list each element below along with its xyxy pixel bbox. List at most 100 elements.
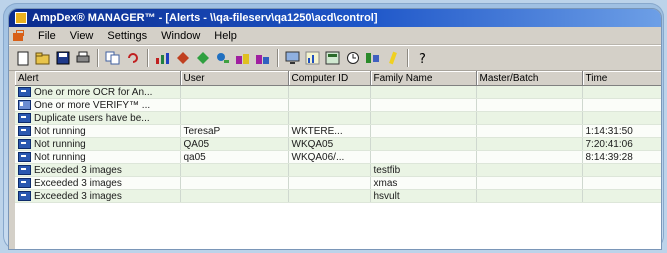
- column-header-master-batch[interactable]: Master/Batch: [476, 71, 583, 86]
- table-row[interactable]: Not running qa05 WKQA06/... 8:14:39:28: [15, 150, 661, 164]
- alert-cell: One or more OCR for An...: [15, 85, 181, 99]
- time-cell: [582, 189, 661, 203]
- table-row[interactable]: Exceeded 3 images xmas: [15, 176, 661, 190]
- user-cell: [180, 189, 289, 203]
- table-row[interactable]: Duplicate users have be...: [15, 111, 661, 125]
- highlighter-icon[interactable]: [385, 50, 401, 66]
- master-batch-cell: [476, 150, 583, 164]
- menu-file[interactable]: File: [31, 30, 63, 42]
- users-icon[interactable]: [235, 50, 251, 66]
- move-icon[interactable]: [175, 50, 191, 66]
- search-people-icon[interactable]: [215, 50, 231, 66]
- time-cell: [582, 85, 661, 99]
- alert-cell: Not running: [15, 150, 181, 164]
- computer-id-cell: [288, 98, 371, 112]
- family-name-cell: [370, 85, 477, 99]
- computer-id-cell: WKTERE...: [288, 124, 371, 138]
- app-window: AmpDex® MANAGER™ - [Alerts - \\qa-filese…: [8, 8, 662, 250]
- alert-cell: Exceeded 3 images: [15, 176, 181, 190]
- toolbar: ?: [9, 45, 661, 71]
- master-batch-cell: [476, 137, 583, 151]
- print-icon[interactable]: [75, 50, 91, 66]
- alert-cell: Not running: [15, 137, 181, 151]
- alert-icon: [18, 86, 31, 97]
- app-logo-icon: [15, 12, 27, 24]
- family-name-cell: [370, 137, 477, 151]
- diamond-icon[interactable]: [195, 50, 211, 66]
- open-folder-icon[interactable]: [35, 50, 51, 66]
- alert-icon: [18, 138, 31, 149]
- table-row[interactable]: One or more VERIFY™ ...: [15, 98, 661, 112]
- document-alert-icon: [18, 99, 31, 110]
- alert-icon: [18, 112, 31, 123]
- column-header-family-name[interactable]: Family Name: [370, 71, 477, 86]
- user-cell: QA05: [180, 137, 289, 151]
- family-name-cell: [370, 124, 477, 138]
- family-name-cell: [370, 98, 477, 112]
- tool-icon[interactable]: [365, 50, 381, 66]
- alert-cell: Not running: [15, 124, 181, 138]
- column-header-computer-id[interactable]: Computer ID: [288, 71, 371, 86]
- time-cell: 7:20:41:06: [582, 137, 661, 151]
- alert-icon: [18, 125, 31, 136]
- report-icon[interactable]: [325, 50, 341, 66]
- column-header-user[interactable]: User: [180, 71, 289, 86]
- family-name-cell: testfib: [370, 163, 477, 177]
- time-cell: [582, 98, 661, 112]
- computer-id-cell: [288, 176, 371, 190]
- master-batch-cell: [476, 163, 583, 177]
- alert-cell: Exceeded 3 images: [15, 189, 181, 203]
- toolbar-separator: [147, 49, 149, 67]
- table-row[interactable]: Exceeded 3 images testfib: [15, 163, 661, 177]
- computer-id-cell: [288, 163, 371, 177]
- alert-cell: One or more VERIFY™ ...: [15, 98, 181, 112]
- time-cell: [582, 163, 661, 177]
- time-cell: 1:14:31:50: [582, 124, 661, 138]
- document-system-icon[interactable]: [13, 29, 25, 42]
- menu-help[interactable]: Help: [207, 30, 244, 42]
- toolbar-separator: [407, 49, 409, 67]
- menu-view[interactable]: View: [63, 30, 101, 42]
- column-header-time[interactable]: Time: [582, 71, 661, 86]
- window-title: AmpDex® MANAGER™ - [Alerts - \\qa-filese…: [32, 12, 378, 24]
- toolbar-separator: [97, 49, 99, 67]
- menu-window[interactable]: Window: [154, 30, 207, 42]
- column-header-alert[interactable]: Alert: [15, 71, 181, 86]
- new-document-icon[interactable]: [15, 50, 31, 66]
- chart-icon[interactable]: [155, 50, 171, 66]
- computer-id-cell: WKQA06/...: [288, 150, 371, 164]
- alert-icon: [18, 151, 31, 162]
- master-batch-cell: [476, 124, 583, 138]
- master-batch-cell: [476, 98, 583, 112]
- users-alt-icon[interactable]: [255, 50, 271, 66]
- user-cell: [180, 111, 289, 125]
- menu-bar: File View Settings Window Help: [9, 27, 661, 45]
- computer-id-cell: [288, 111, 371, 125]
- table-row[interactable]: Exceeded 3 images hsvult: [15, 189, 661, 203]
- copy-icon[interactable]: [105, 50, 121, 66]
- table-row[interactable]: One or more OCR for An...: [15, 85, 661, 99]
- menu-settings[interactable]: Settings: [100, 30, 154, 42]
- table-header-row: Alert User Computer ID Family Name Maste…: [15, 71, 661, 86]
- alert-cell: Exceeded 3 images: [15, 163, 181, 177]
- family-name-cell: [370, 150, 477, 164]
- family-name-cell: hsvult: [370, 189, 477, 203]
- monitor-icon[interactable]: [285, 50, 301, 66]
- user-cell: qa05: [180, 150, 289, 164]
- master-batch-cell: [476, 85, 583, 99]
- title-bar[interactable]: AmpDex® MANAGER™ - [Alerts - \\qa-filese…: [9, 9, 661, 27]
- computer-id-cell: [288, 85, 371, 99]
- computer-id-cell: WKQA05: [288, 137, 371, 151]
- table-row[interactable]: Not running TeresaP WKTERE... 1:14:31:50: [15, 124, 661, 138]
- alert-icon: [18, 190, 31, 201]
- help-icon[interactable]: ?: [415, 50, 431, 66]
- time-cell: [582, 111, 661, 125]
- undo-icon[interactable]: [125, 50, 141, 66]
- table-row[interactable]: Not running QA05 WKQA05 7:20:41:06: [15, 137, 661, 151]
- save-icon[interactable]: [55, 50, 71, 66]
- alert-icon: [18, 164, 31, 175]
- master-batch-cell: [476, 176, 583, 190]
- bar-chart-icon[interactable]: [305, 50, 321, 66]
- toolbar-separator: [277, 49, 279, 67]
- clock-icon[interactable]: [345, 50, 361, 66]
